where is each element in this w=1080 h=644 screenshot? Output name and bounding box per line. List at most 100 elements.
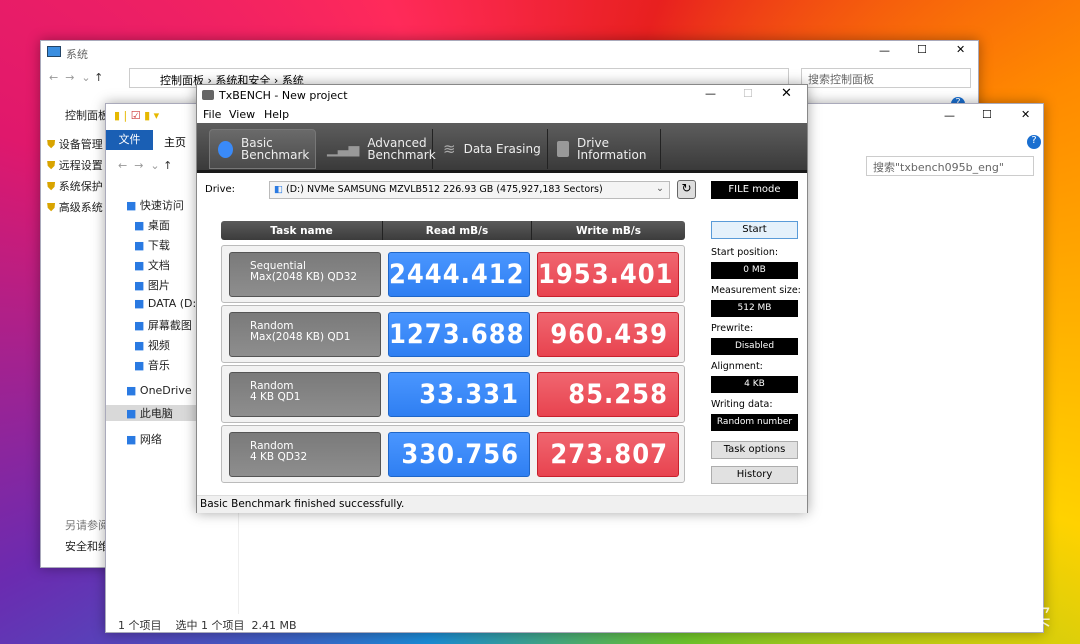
video-icon: ■ (134, 339, 145, 352)
see-also: 另请参阅 (65, 519, 109, 532)
setting-value[interactable]: Disabled (711, 338, 798, 355)
txbench-window: TxBENCH - New project — ☐ ✕ File View He… (196, 84, 808, 513)
start-button[interactable]: Start (711, 221, 798, 239)
nav-item[interactable]: ■ 图片 (134, 277, 170, 293)
task-params: 4 KB QD1 (250, 391, 301, 403)
nav-item[interactable]: ■ 下载 (134, 237, 170, 253)
document-icon: ■ (134, 259, 145, 272)
link-advanced[interactable]: ⛊ 高级系统 (47, 199, 103, 215)
app-icon (202, 90, 214, 100)
chevron-down-icon: ⌄ (656, 183, 664, 194)
picture-icon: ■ (134, 279, 145, 292)
task-options-button[interactable]: Task options (711, 441, 798, 459)
toolbar: Basic Benchmark ▁▃▅ Advanced Benchmark ≋ D… (197, 123, 807, 173)
read-value: 2444.412 (388, 252, 530, 297)
setting-value[interactable]: 512 MB (711, 300, 798, 317)
read-value: 33.331 (388, 372, 530, 417)
task-name[interactable]: Random 4 KB QD1 (229, 372, 381, 417)
read-value: 1273.688 (388, 312, 530, 357)
quick-access-toolbar[interactable]: ▮ | ☑ ▮ ▾ (114, 109, 159, 122)
mode-indicator: FILE mode (711, 181, 798, 199)
menu-help[interactable]: Help (264, 108, 289, 121)
read-value: 330.756 (388, 432, 530, 477)
nav-item[interactable]: ■ 视频 (134, 337, 170, 353)
header-task: Task name (221, 221, 383, 240)
computer-icon: ■ (126, 407, 137, 420)
refresh-button[interactable]: ↻ (677, 180, 696, 199)
result-row: Random 4 KB QD32 330.756 273.807 (221, 425, 685, 483)
results-header: Task name Read mB/s Write mB/s (221, 221, 685, 240)
nav-item[interactable]: ■ DATA (D:) (134, 297, 201, 310)
header-read: Read mB/s (383, 221, 532, 240)
menu-view[interactable]: View (229, 108, 255, 121)
nav-item[interactable]: ■ OneDrive (126, 384, 192, 397)
drive-icon: ◧ (274, 184, 283, 195)
minimize-button[interactable]: — (705, 87, 716, 100)
star-icon: ■ (126, 199, 137, 212)
task-params: 4 KB QD32 (250, 451, 308, 463)
task-params: Max(2048 KB) QD1 (250, 331, 351, 343)
back-forward-up[interactable]: ← → ⌄ ↑ (49, 71, 103, 84)
network-icon: ■ (126, 433, 137, 446)
stopwatch-icon (218, 140, 233, 158)
menu-file[interactable]: File (203, 108, 221, 121)
status-text: Basic Benchmark finished successfully. (200, 498, 405, 510)
result-row: Random 4 KB QD1 33.331 85.258 (221, 365, 685, 423)
setting-label: Alignment: (711, 361, 763, 372)
task-name[interactable]: Random Max(2048 KB) QD1 (229, 312, 381, 357)
drive-info-icon (557, 141, 569, 157)
task-name[interactable]: Sequential Max(2048 KB) QD32 (229, 252, 381, 297)
link-device-manager[interactable]: ⛊ 设备管理 (47, 136, 103, 152)
close-button[interactable]: ✕ (1021, 108, 1030, 121)
folder-icon: ■ (134, 319, 145, 332)
nav-item[interactable]: ■ 音乐 (134, 357, 170, 373)
setting-label: Writing data: (711, 399, 773, 410)
close-button[interactable]: ✕ (956, 43, 965, 56)
tab-advanced-benchmark[interactable]: ▁▃▅ Advanced Benchmark (319, 129, 436, 169)
write-value: 1953.401 (537, 252, 679, 297)
nav-item[interactable]: ■ 屏幕截图 (134, 317, 192, 333)
window-title: 系统 (66, 48, 88, 61)
help-icon[interactable]: ? (1027, 135, 1041, 149)
tab-data-erasing[interactable]: ≋ Data Erasing (435, 129, 548, 169)
tab-basic-benchmark[interactable]: Basic Benchmark (209, 129, 316, 169)
drive-select[interactable]: ◧ (D:) NVMe SAMSUNG MZVLB512 226.93 GB (… (269, 181, 670, 199)
search-input[interactable]: 搜索"txbench095b_eng" (866, 156, 1034, 176)
maximize-button[interactable]: ☐ (982, 108, 992, 121)
link-remote[interactable]: ⛊ 远程设置 (47, 157, 103, 173)
nav-item[interactable]: ■ 快速访问 (126, 197, 184, 213)
drive-icon: ■ (134, 297, 145, 310)
write-value: 960.439 (537, 312, 679, 357)
watermark-logo: 值 什么值得买 (912, 606, 1051, 631)
link-protection[interactable]: ⛊ 系统保护 (47, 178, 103, 194)
nav-item[interactable]: ■ 桌面 (134, 217, 170, 233)
side-header[interactable]: 控制面板 (65, 107, 109, 123)
cloud-icon: ■ (126, 384, 137, 397)
search-input[interactable]: 搜索控制面板 (801, 68, 971, 88)
close-button[interactable]: ✕ (781, 86, 792, 101)
tab-drive-information[interactable]: Drive Information (549, 129, 661, 169)
tab-home[interactable]: 主页 (164, 134, 186, 150)
task-name[interactable]: Random 4 KB QD32 (229, 432, 381, 477)
setting-value[interactable]: Random number (711, 414, 798, 431)
task-params: Max(2048 KB) QD32 (250, 271, 358, 283)
music-icon: ■ (134, 359, 145, 372)
result-row: Random Max(2048 KB) QD1 1273.688 960.439 (221, 305, 685, 363)
see-also-link[interactable]: 安全和维 (65, 538, 109, 554)
setting-value[interactable]: 0 MB (711, 262, 798, 279)
nav-item[interactable]: ■ 网络 (126, 431, 162, 447)
minimize-button[interactable]: — (944, 109, 955, 122)
bar-chart-icon: ▁▃▅ (327, 141, 360, 157)
maximize-button[interactable]: ☐ (917, 43, 927, 56)
setting-label: Start position: (711, 247, 779, 258)
setting-label: Measurement size: (711, 285, 801, 296)
desktop-icon: ■ (134, 219, 145, 232)
status-bar: 1 个项目 选中 1 个项目 2.41 MB (118, 619, 297, 632)
back-forward-up[interactable]: ← → ⌄ ↑ (118, 159, 172, 172)
setting-value[interactable]: 4 KB (711, 376, 798, 393)
header-write: Write mB/s (576, 224, 641, 237)
tab-file[interactable]: 文件 (106, 130, 153, 150)
history-button[interactable]: History (711, 466, 798, 484)
nav-item[interactable]: ■ 文档 (134, 257, 170, 273)
minimize-button[interactable]: — (879, 44, 890, 57)
